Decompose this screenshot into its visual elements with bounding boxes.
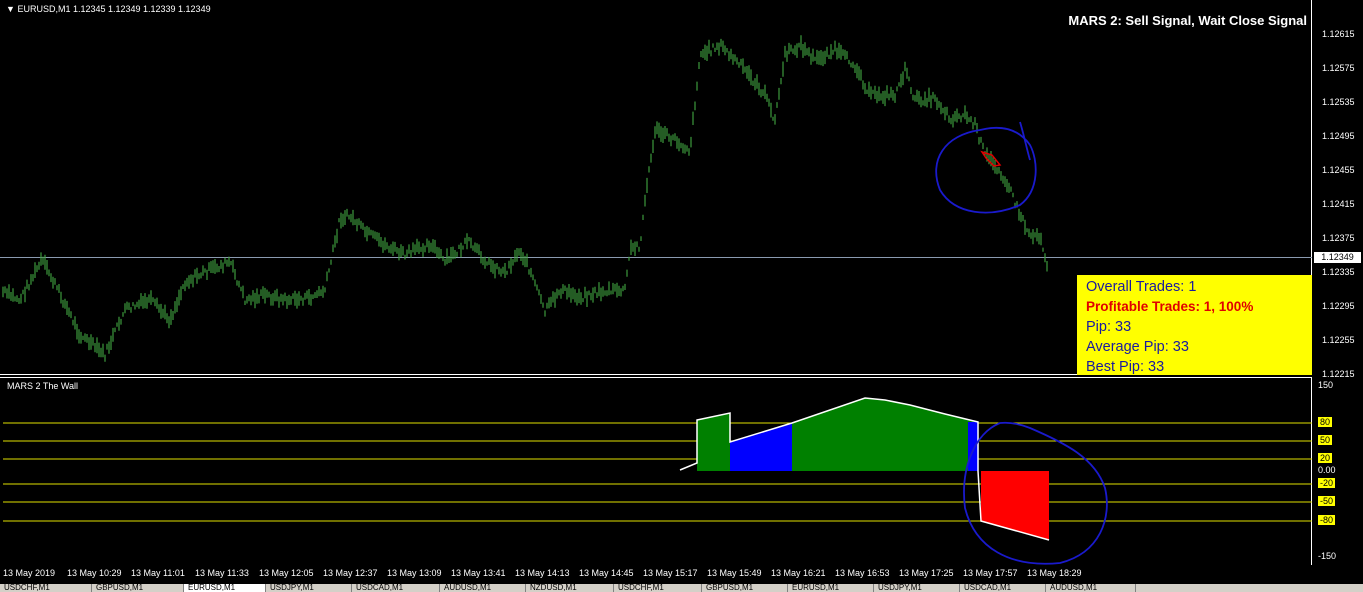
price-tick-label: 1.12215 xyxy=(1322,369,1355,379)
level-label-minus-20: -20 xyxy=(1318,478,1336,488)
time-tick-label: 13 May 12:05 xyxy=(259,568,314,578)
indicator-title: MARS 2 The Wall xyxy=(7,381,79,391)
overall-trades: Overall Trades: 1 xyxy=(1086,279,1197,295)
price-tick-label: 1.12535 xyxy=(1322,97,1355,107)
chart-tab[interactable]: EURUSD,M1 xyxy=(788,584,874,592)
indicator-pane[interactable] xyxy=(0,377,1312,565)
best-pip: Best Pip: 33 xyxy=(1086,359,1165,375)
signal-text: MARS 2: Sell Signal, Wait Close Signal xyxy=(1068,13,1307,28)
chart-tab[interactable]: USDCHF,M1 xyxy=(0,584,92,592)
chart-tab[interactable]: USDJPY,M1 xyxy=(874,584,960,592)
indicator-zero-label: 0.00 xyxy=(1318,465,1336,475)
price-tick-label: 1.12375 xyxy=(1322,233,1355,243)
red-zone xyxy=(981,471,1049,540)
level-label-50: 50 xyxy=(1318,435,1333,445)
indicator-scale-top: 150 xyxy=(1318,380,1334,390)
time-tick-label: 13 May 16:53 xyxy=(835,568,890,578)
chart-tab[interactable]: USDCAD,M1 xyxy=(352,584,440,592)
price-tick-label: 1.12575 xyxy=(1322,63,1355,73)
time-tick-label: 13 May 13:41 xyxy=(451,568,506,578)
time-tick-label: 13 May 14:13 xyxy=(515,568,570,578)
time-tick-label: 13 May 11:01 xyxy=(131,568,185,578)
average-pip: Average Pip: 33 xyxy=(1086,339,1189,355)
time-tick-label: 13 May 18:29 xyxy=(1027,568,1082,578)
time-tick-label: 13 May 13:09 xyxy=(387,568,442,578)
chart-tab[interactable]: AUDUSD,M1 xyxy=(1046,584,1136,592)
time-tick-label: 13 May 16:21 xyxy=(771,568,826,578)
level-label-minus-80: -80 xyxy=(1318,515,1336,525)
price-tick-label: 1.12495 xyxy=(1322,131,1355,141)
chart-tab[interactable]: AUDUSD,M1 xyxy=(440,584,526,592)
time-tick-label: 13 May 10:29 xyxy=(67,568,122,578)
time-tick-label: 13 May 15:17 xyxy=(643,568,698,578)
blue-zone xyxy=(968,422,978,471)
level-label-80: 80 xyxy=(1318,417,1333,427)
level-label-20: 20 xyxy=(1318,453,1333,463)
indicator-scale-bottom: -150 xyxy=(1318,551,1337,561)
chart-tab[interactable]: GBPUSD,M1 xyxy=(702,584,788,592)
chart-tab[interactable]: NZDUSD,M1 xyxy=(526,584,614,592)
pip-value: Pip: 33 xyxy=(1086,319,1132,335)
time-tick-label: 13 May 17:25 xyxy=(899,568,954,578)
level-label-minus-50: -50 xyxy=(1318,496,1336,506)
chart-tab-bar: USDCHF,M1 GBPUSD,M1 EURUSD,M1 USDJPY,M1 USDC… xyxy=(0,584,1363,592)
green-zone xyxy=(697,413,730,471)
stats-panel: Overall Trades: 1 Profitable Trades: 1, … xyxy=(1077,275,1312,375)
time-tick-label: 13 May 11:33 xyxy=(195,568,249,578)
time-tick-label: 13 May 15:49 xyxy=(707,568,762,578)
dropdown-triangle-icon[interactable]: ▼ xyxy=(6,4,15,14)
chart-tab[interactable]: USDJPY,M1 xyxy=(266,584,352,592)
current-price-badge: 1.12349 xyxy=(1314,252,1361,263)
indicator-canvas xyxy=(3,397,1312,565)
time-tick-label: 13 May 17:57 xyxy=(963,568,1018,578)
profitable-trades: Profitable Trades: 1, 100% xyxy=(1086,299,1254,314)
time-tick-label: 13 May 2019 xyxy=(3,568,56,578)
symbol-info: ▼ EURUSD,M1 1.12345 1.12349 1.12339 1.12… xyxy=(6,4,211,14)
annotation-circle xyxy=(935,121,1037,214)
price-tick-label: 1.12295 xyxy=(1322,301,1355,311)
price-tick-label: 1.12615 xyxy=(1322,29,1355,39)
price-tick-label: 1.12335 xyxy=(1322,267,1355,277)
price-tick-label: 1.12455 xyxy=(1322,165,1355,175)
time-tick-label: 13 May 12:37 xyxy=(323,568,378,578)
chart-tab[interactable]: USDCAD,M1 xyxy=(960,584,1046,592)
price-tick-label: 1.12255 xyxy=(1322,335,1355,345)
time-tick-label: 13 May 14:45 xyxy=(579,568,634,578)
price-tick-label: 1.12415 xyxy=(1322,199,1355,209)
blue-zone xyxy=(730,423,792,471)
chart-tab[interactable]: GBPUSD,M1 xyxy=(92,584,184,592)
chart-tab[interactable]: USDCHF,M1 xyxy=(614,584,702,592)
candlestick-series xyxy=(2,35,1048,362)
green-zone xyxy=(792,398,975,471)
chart-tab[interactable]: EURUSD,M1 xyxy=(184,584,266,592)
